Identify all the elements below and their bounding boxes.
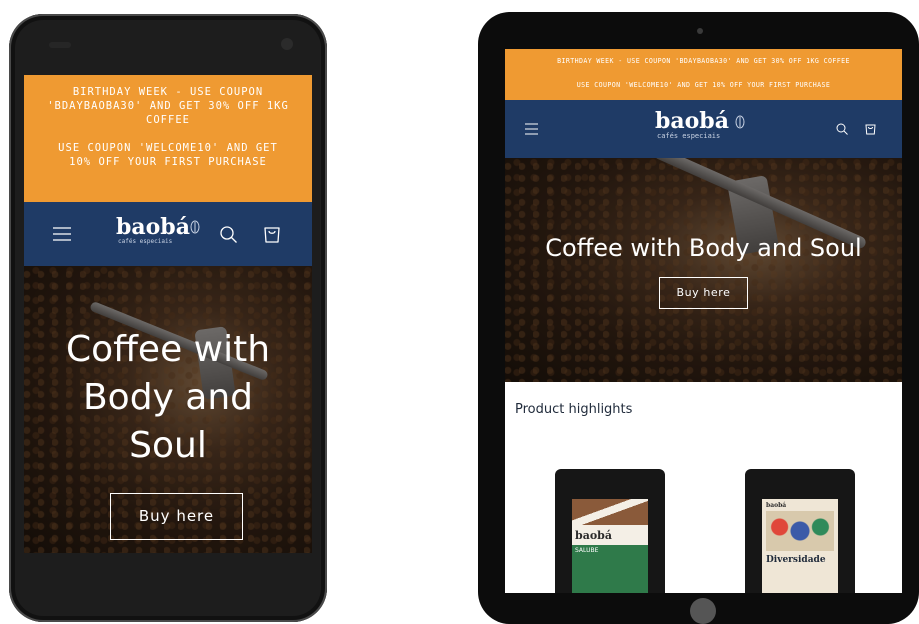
hero-title: Coffee with Body and Soul	[65, 329, 271, 466]
tablet-home-button[interactable]	[690, 598, 716, 624]
product-name: SALUBE	[572, 545, 648, 556]
product-brand: baobá	[766, 502, 787, 509]
hero-title: Coffee with Body and Soul	[545, 234, 862, 262]
product-name: Diversidade	[766, 555, 826, 565]
tablet-frame: BIRTHDAY WEEK - USE COUPON 'BDAYBAOBA30'…	[478, 12, 919, 624]
buy-here-button[interactable]: Buy here	[659, 277, 748, 309]
header: baobá cafés especiais	[24, 202, 312, 266]
leaf-icon	[735, 115, 745, 129]
label-band	[572, 556, 648, 593]
buy-here-button[interactable]: Buy here	[110, 493, 243, 540]
hero-banner: Coffee with Body and Soul Buy here	[505, 158, 902, 382]
search-icon[interactable]	[836, 123, 848, 135]
logo[interactable]: baobá cafés especiais	[116, 214, 200, 245]
product-card[interactable]: baobá SALUBE	[555, 469, 665, 593]
phone-speaker	[49, 42, 71, 48]
announcement-welcome[interactable]: USE COUPON 'WELCOME10' AND GET 10% OFF Y…	[505, 80, 902, 90]
announcement-birthday[interactable]: BIRTHDAY WEEK - USE COUPON 'BDAYBAOBA30'…	[46, 85, 290, 127]
product-brand: baobá	[575, 529, 612, 542]
phone-frame: BIRTHDAY WEEK - USE COUPON 'BDAYBAOBA30'…	[9, 14, 327, 622]
leaf-icon	[190, 220, 200, 234]
phone-camera	[281, 38, 293, 50]
hero-banner: Coffee with Body and Soul Buy here	[24, 266, 312, 553]
logo[interactable]: baobá cafés especiais	[655, 108, 745, 140]
product-highlights-section: Product highlights baobá SALUBE baobá Di…	[505, 382, 902, 593]
label-illustration	[766, 511, 834, 551]
product-card[interactable]: baobá Diversidade	[745, 469, 855, 593]
label-mountains	[572, 499, 648, 525]
menu-icon[interactable]	[525, 123, 538, 135]
announcement-birthday[interactable]: BIRTHDAY WEEK - USE COUPON 'BDAYBAOBA30'…	[505, 56, 902, 66]
phone-screen: BIRTHDAY WEEK - USE COUPON 'BDAYBAOBA30'…	[24, 75, 312, 553]
header: baobá cafés especiais	[505, 100, 902, 158]
announcement-welcome[interactable]: USE COUPON 'WELCOME10' AND GET 10% OFF Y…	[46, 141, 290, 169]
product-label: baobá Diversidade	[762, 499, 838, 593]
tablet-screen: BIRTHDAY WEEK - USE COUPON 'BDAYBAOBA30'…	[505, 49, 902, 593]
announcement-bar: BIRTHDAY WEEK - USE COUPON 'BDAYBAOBA30'…	[505, 49, 902, 100]
product-label: baobá SALUBE	[572, 499, 648, 593]
tablet-camera	[697, 28, 703, 34]
search-icon[interactable]	[219, 225, 238, 244]
cart-icon[interactable]	[262, 222, 282, 244]
cart-icon[interactable]	[864, 121, 877, 135]
hero-overlay	[505, 158, 902, 382]
announcement-bar: BIRTHDAY WEEK - USE COUPON 'BDAYBAOBA30'…	[24, 75, 312, 202]
section-title: Product highlights	[515, 402, 633, 417]
menu-icon[interactable]	[52, 224, 72, 244]
